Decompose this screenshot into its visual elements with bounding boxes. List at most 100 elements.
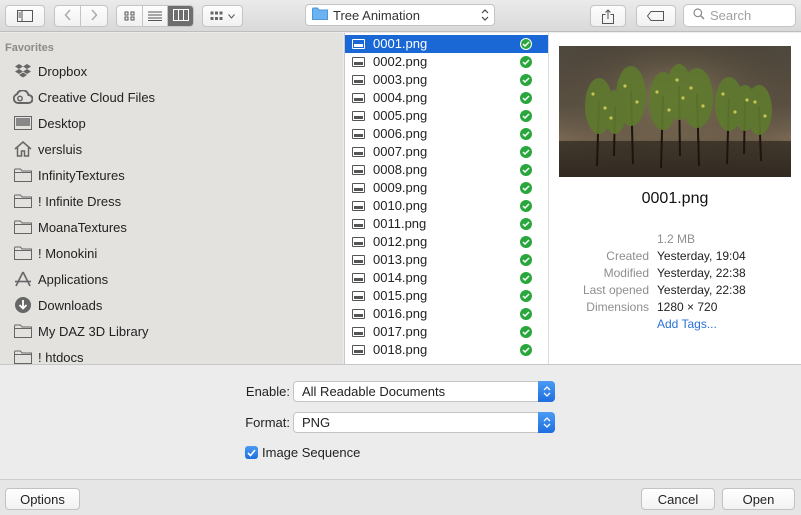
image-file-icon xyxy=(352,201,365,211)
format-popup[interactable]: PNG xyxy=(293,412,555,433)
tree-render-image xyxy=(559,46,791,177)
file-row[interactable]: 0008.png xyxy=(345,161,548,179)
file-name: 0017.png xyxy=(373,324,428,339)
enable-value: All Readable Documents xyxy=(302,384,446,399)
file-row[interactable]: 0015.png xyxy=(345,287,548,305)
meta-value: Yesterday, 22:38 xyxy=(657,266,746,280)
sidebar-item-home[interactable]: versluis xyxy=(13,138,82,160)
file-row[interactable]: 0002.png xyxy=(345,53,548,71)
sidebar-item-folder[interactable]: My DAZ 3D Library xyxy=(13,320,149,342)
tags-button[interactable] xyxy=(636,5,676,27)
image-file-icon xyxy=(352,219,365,229)
options-panel: Enable: All Readable Documents Format: P… xyxy=(0,364,801,479)
image-file-icon xyxy=(352,147,365,157)
file-row[interactable]: 0014.png xyxy=(345,269,548,287)
image-sequence-label: Image Sequence xyxy=(262,445,361,460)
file-row[interactable]: 0018.png xyxy=(345,341,548,359)
checkmark-icon xyxy=(520,290,532,302)
file-row[interactable]: 0004.png xyxy=(345,89,548,107)
sidebar-item-folder[interactable]: ! htdocs xyxy=(13,346,84,364)
image-file-icon xyxy=(352,93,365,103)
arrange-button[interactable] xyxy=(202,5,243,27)
checkmark-icon xyxy=(520,128,532,140)
checkmark-icon xyxy=(520,74,532,86)
enable-popup[interactable]: All Readable Documents xyxy=(293,381,555,402)
image-file-icon xyxy=(352,327,365,337)
search-input[interactable] xyxy=(710,8,790,23)
meta-key: Modified xyxy=(603,266,649,280)
file-name: 0006.png xyxy=(373,126,428,141)
checkmark-icon xyxy=(520,92,532,104)
open-button[interactable]: Open xyxy=(722,488,795,510)
sidebar-item-label: Dropbox xyxy=(38,63,88,79)
sidebar-item-label: MoanaTextures xyxy=(38,219,127,235)
file-row[interactable]: 0005.png xyxy=(345,107,548,125)
file-row[interactable]: 0003.png xyxy=(345,71,548,89)
file-row[interactable]: 0012.png xyxy=(345,233,548,251)
chevron-right-icon xyxy=(90,8,98,24)
checkmark-icon xyxy=(520,164,532,176)
meta-key: Created xyxy=(606,249,649,263)
icon-view-button[interactable] xyxy=(117,6,143,26)
file-name: 0007.png xyxy=(373,144,428,159)
file-row[interactable]: 0007.png xyxy=(345,143,548,161)
sidebar-item-folder[interactable]: InfinityTextures xyxy=(13,164,125,186)
format-value: PNG xyxy=(302,415,331,430)
back-button[interactable] xyxy=(55,6,81,26)
file-name: 0003.png xyxy=(373,72,428,87)
file-row[interactable]: 0013.png xyxy=(345,251,548,269)
sidebar-item-desktop[interactable]: Desktop xyxy=(13,112,86,134)
file-row[interactable]: 0016.png xyxy=(345,305,548,323)
file-list: 0001.png 0002.png 0003.png 0004.png 0005… xyxy=(344,33,549,364)
columns-icon xyxy=(172,8,189,24)
image-file-icon xyxy=(352,273,365,283)
creative-cloud-icon xyxy=(13,87,33,107)
sidebar-item-label: Creative Cloud Files xyxy=(38,89,156,105)
meta-value: 1280 × 720 xyxy=(657,300,718,314)
sidebar-toggle-button[interactable] xyxy=(5,5,45,27)
sidebar-item-applications[interactable]: Applications xyxy=(13,268,108,290)
checkmark-icon xyxy=(520,56,532,68)
sidebar-item-label: ! Monokini xyxy=(38,245,98,261)
image-sequence-checkbox[interactable] xyxy=(245,446,258,459)
search-icon xyxy=(693,8,705,23)
folder-icon xyxy=(13,243,33,263)
sidebar-item-label: InfinityTextures xyxy=(38,167,125,183)
checkmark-icon xyxy=(520,344,532,356)
file-row[interactable]: 0009.png xyxy=(345,179,548,197)
sidebar-item-folder[interactable]: ! Infinite Dress xyxy=(13,190,121,212)
image-file-icon xyxy=(352,291,365,301)
file-row[interactable]: 0011.png xyxy=(345,215,548,233)
file-row[interactable]: 0001.png xyxy=(345,35,548,53)
cancel-button[interactable]: Cancel xyxy=(641,488,715,510)
column-view-button[interactable] xyxy=(168,6,193,26)
folder-icon xyxy=(13,217,33,237)
sidebar: Favorites Dropbox Creative Cloud Files D… xyxy=(0,33,343,364)
file-row[interactable]: 0017.png xyxy=(345,323,548,341)
path-popup[interactable]: Tree Animation xyxy=(305,4,495,26)
add-tags-link[interactable]: Add Tags... xyxy=(657,317,717,331)
share-button[interactable] xyxy=(590,5,626,27)
applications-icon xyxy=(13,269,33,289)
file-size: 1.2 MB xyxy=(657,232,696,246)
file-row[interactable]: 0006.png xyxy=(345,125,548,143)
desktop-icon xyxy=(13,113,33,133)
sidebar-item-dropbox[interactable]: Dropbox xyxy=(13,60,87,82)
image-file-icon xyxy=(352,111,365,121)
dropbox-icon xyxy=(13,61,33,81)
sidebar-item-downloads[interactable]: Downloads xyxy=(13,294,102,316)
file-name: 0012.png xyxy=(373,234,428,249)
checkmark-icon xyxy=(520,146,532,158)
sidebar-item-folder[interactable]: MoanaTextures xyxy=(13,216,127,238)
checkmark-icon xyxy=(520,236,532,248)
options-button[interactable]: Options xyxy=(5,488,80,510)
image-file-icon xyxy=(352,345,365,355)
grid-icon xyxy=(124,9,136,24)
sidebar-item-folder[interactable]: ! Monokini xyxy=(13,242,97,264)
search-field[interactable] xyxy=(683,4,796,27)
sidebar-item-creative-cloud[interactable]: Creative Cloud Files xyxy=(13,86,155,108)
list-view-button[interactable] xyxy=(143,6,168,26)
checkmark-icon xyxy=(247,445,256,460)
forward-button[interactable] xyxy=(81,6,107,26)
file-row[interactable]: 0010.png xyxy=(345,197,548,215)
